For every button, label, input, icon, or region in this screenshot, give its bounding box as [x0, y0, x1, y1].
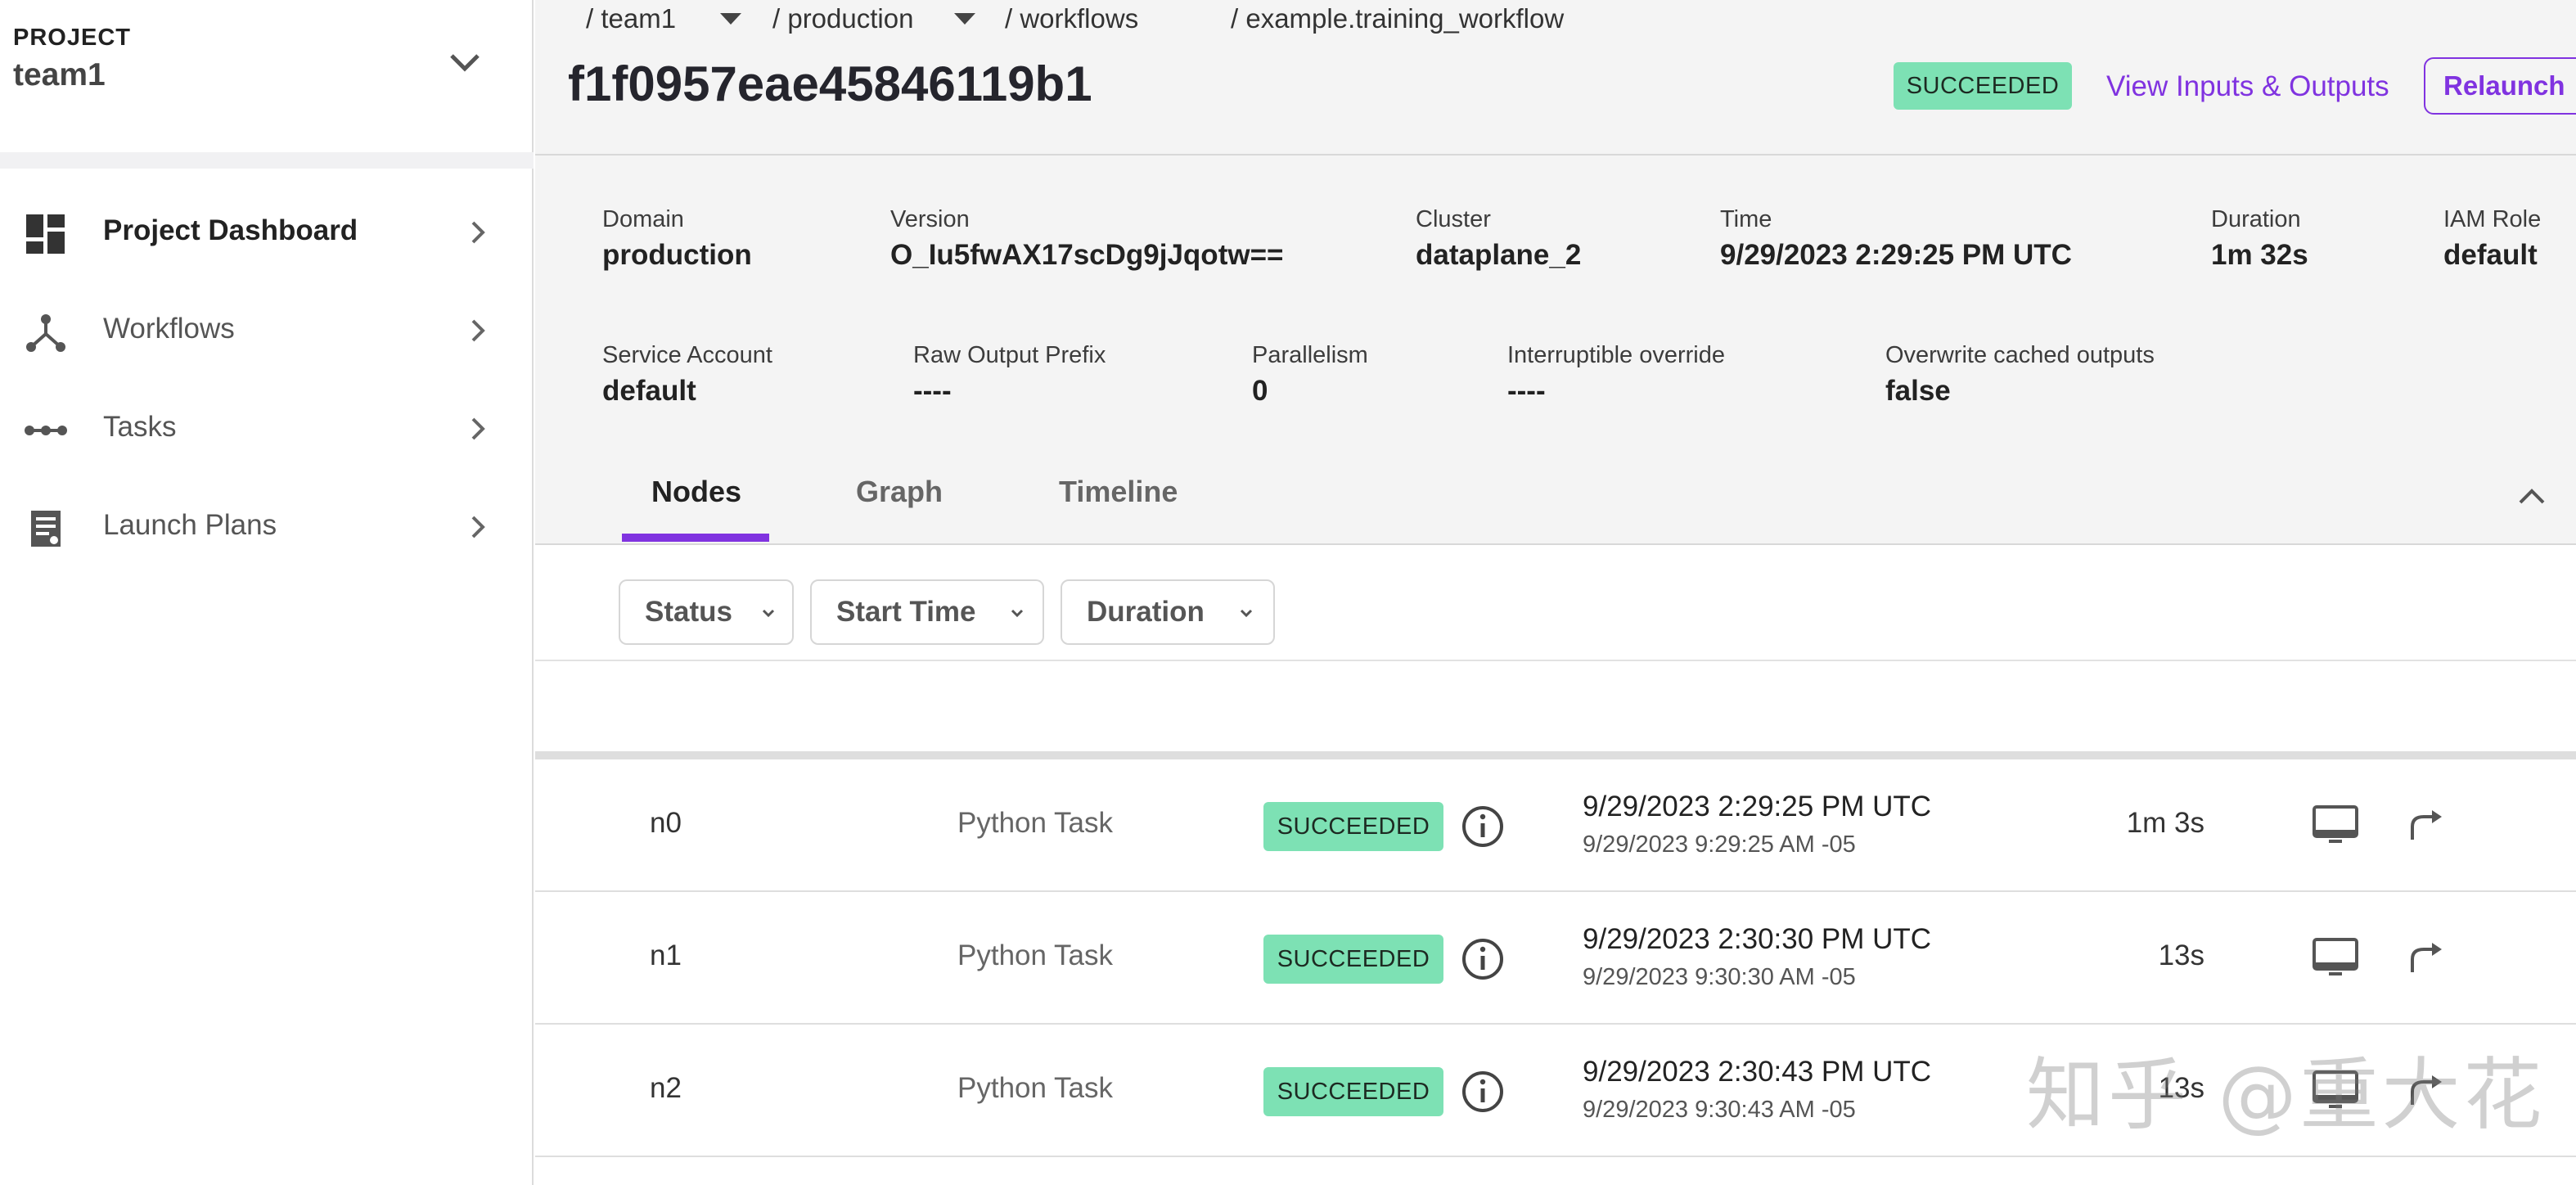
sidebar-item-project-dashboard[interactable]: Project Dashboard: [0, 188, 534, 278]
active-tab-indicator: [622, 534, 769, 542]
cluster-label: Cluster: [1416, 206, 1491, 232]
node-type: Python Task: [957, 1072, 1114, 1104]
table-row[interactable]: n1 Python Task SUCCEEDED 9/29/2023 2:30:…: [535, 892, 2576, 1025]
breadcrumb-workflow-name[interactable]: / example.training_workflow: [1231, 3, 1564, 34]
sidebar-item-label: Workflows: [103, 313, 235, 345]
sidebar-item-label: Launch Plans: [103, 509, 277, 541]
status-badge: SUCCEEDED: [1263, 1067, 1443, 1116]
breadcrumb-project[interactable]: / team1: [586, 3, 676, 34]
table-header-divider: [535, 751, 2576, 759]
view-inputs-outputs-link[interactable]: View Inputs & Outputs: [2106, 70, 2389, 103]
table-header: [535, 661, 2576, 753]
duration-label: Duration: [2211, 206, 2301, 232]
overwrite-cache-value: false: [1885, 375, 1951, 407]
iam-role-label: IAM Role: [2443, 206, 2542, 232]
caret-down-icon[interactable]: [720, 13, 741, 26]
service-account-value: default: [602, 375, 696, 407]
chevron-down-icon: [762, 609, 775, 618]
duration-value: 1m 32s: [2211, 239, 2308, 271]
dashboard-icon: [26, 214, 65, 254]
table-row[interactable]: n0 Python Task SUCCEEDED 9/29/2023 2:29:…: [535, 759, 2576, 892]
status-badge: SUCCEEDED: [1894, 62, 2072, 110]
info-icon[interactable]: [1460, 1069, 1506, 1115]
start-time-utc: 9/29/2023 2:30:30 PM UTC: [1583, 923, 1932, 955]
tab-nodes[interactable]: Nodes: [651, 475, 741, 509]
node-name[interactable]: n1: [650, 939, 682, 972]
chevron-right-icon: [471, 221, 485, 244]
start-time-local: 9/29/2023 9:29:25 AM -05: [1583, 831, 1856, 858]
monitor-icon[interactable]: [2311, 935, 2360, 980]
execution-details: Domain production Version O_Iu5fwAX17scD…: [535, 155, 2576, 545]
project-label: PROJECT: [13, 25, 131, 51]
monitor-icon[interactable]: [2311, 802, 2360, 848]
watermark: 知乎 @重大花: [2026, 1049, 2546, 1141]
chevron-down-icon: [1240, 609, 1253, 618]
info-icon[interactable]: [1460, 936, 1506, 982]
sidebar-item-label: Tasks: [103, 411, 177, 443]
rerun-icon[interactable]: [2403, 804, 2445, 846]
page-title: f1f0957eae45846119b1: [568, 56, 1092, 111]
node-duration: 13s: [2158, 939, 2204, 971]
sidebar-divider: [0, 152, 534, 169]
version-value: O_Iu5fwAX17scDg9jJqotw==: [890, 239, 1284, 271]
sidebar: PROJECT team1 Project Dashboard Workflow…: [0, 0, 534, 1185]
chevron-down-icon[interactable]: [445, 43, 484, 82]
version-label: Version: [890, 206, 970, 232]
chevron-right-icon: [471, 516, 485, 538]
rerun-icon[interactable]: [2403, 936, 2445, 979]
start-time-utc: 9/29/2023 2:29:25 PM UTC: [1583, 791, 1932, 822]
interruptible-label: Interruptible override: [1507, 342, 1725, 368]
info-icon[interactable]: [1460, 804, 1506, 849]
chevron-down-icon: [1011, 609, 1024, 618]
breadcrumb-domain[interactable]: / production: [772, 3, 913, 34]
domain-value: production: [602, 239, 752, 271]
tab-timeline[interactable]: Timeline: [1059, 475, 1178, 509]
sidebar-item-tasks[interactable]: Tasks: [0, 385, 534, 475]
node-name[interactable]: n0: [650, 807, 682, 840]
time-label: Time: [1720, 206, 1772, 232]
parallelism-label: Parallelism: [1252, 342, 1368, 368]
node-type: Python Task: [957, 939, 1114, 971]
domain-label: Domain: [602, 206, 684, 232]
breadcrumb-workflows[interactable]: / workflows: [1005, 3, 1138, 34]
iam-role-value: default: [2443, 239, 2538, 271]
raw-output-prefix-value: ----: [913, 375, 952, 407]
workflow-icon: [26, 314, 65, 352]
overwrite-cache-label: Overwrite cached outputs: [1885, 342, 2155, 368]
chevron-right-icon: [471, 417, 485, 440]
start-time-local: 9/29/2023 9:30:30 AM -05: [1583, 964, 1856, 990]
relaunch-button[interactable]: Relaunch: [2424, 57, 2576, 115]
launch-plans-icon: [31, 511, 61, 547]
time-value: 9/29/2023 2:29:25 PM UTC: [1720, 239, 2072, 271]
start-time-local: 9/29/2023 9:30:43 AM -05: [1583, 1097, 1856, 1123]
filter-label: Duration: [1087, 596, 1205, 628]
tasks-icon: [25, 426, 67, 435]
caret-down-icon[interactable]: [954, 13, 975, 26]
filter-bar: Status Start Time Duration: [535, 545, 2576, 661]
interruptible-value: ----: [1507, 375, 1546, 407]
raw-output-prefix-label: Raw Output Prefix: [913, 342, 1106, 368]
service-account-label: Service Account: [602, 342, 772, 368]
sidebar-item-launch-plans[interactable]: Launch Plans: [0, 483, 534, 573]
node-duration: 1m 3s: [2126, 807, 2204, 839]
filter-label: Start Time: [836, 596, 976, 628]
execution-header: / team1 / production / workflows / examp…: [535, 0, 2576, 155]
status-badge: SUCCEEDED: [1263, 935, 1443, 984]
project-name[interactable]: team1: [13, 57, 106, 93]
sidebar-item-label: Project Dashboard: [103, 214, 358, 246]
chevron-up-icon[interactable]: [2515, 480, 2548, 512]
duration-filter[interactable]: Duration: [1061, 579, 1275, 645]
status-badge: SUCCEEDED: [1263, 802, 1443, 851]
tab-graph[interactable]: Graph: [856, 475, 943, 509]
cluster-value: dataplane_2: [1416, 239, 1582, 271]
filter-label: Status: [645, 596, 732, 628]
start-time-filter[interactable]: Start Time: [810, 579, 1044, 645]
node-type: Python Task: [957, 807, 1114, 839]
start-time-utc: 9/29/2023 2:30:43 PM UTC: [1583, 1056, 1932, 1088]
chevron-right-icon: [471, 319, 485, 342]
status-filter[interactable]: Status: [619, 579, 794, 645]
node-name[interactable]: n2: [650, 1072, 682, 1105]
parallelism-value: 0: [1252, 375, 1268, 407]
sidebar-item-workflows[interactable]: Workflows: [0, 286, 534, 376]
